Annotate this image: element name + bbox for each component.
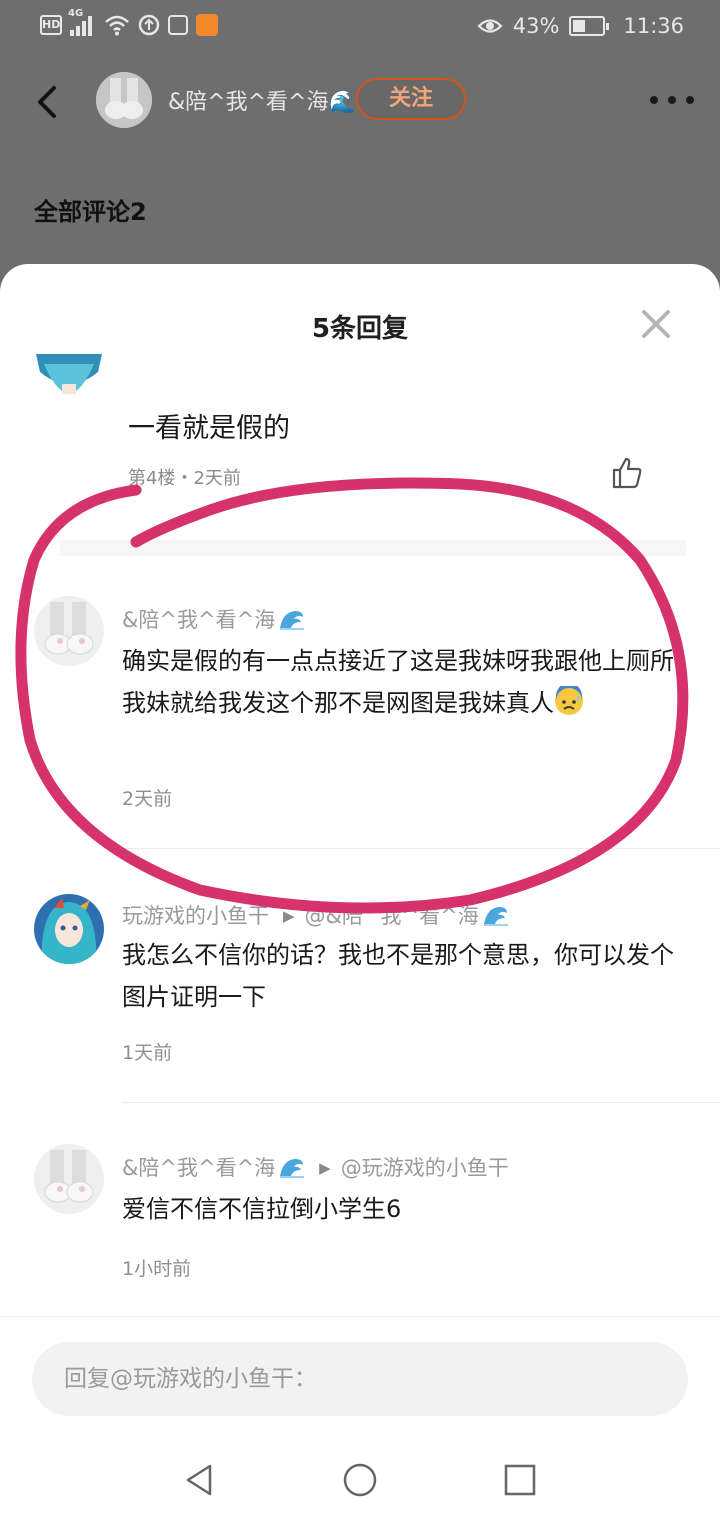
reply-author[interactable]: &陪^我^看^海 bbox=[122, 1156, 275, 1180]
battery-icon bbox=[569, 16, 610, 36]
sheet-title: 5条回复 bbox=[311, 314, 409, 344]
data-saver-icon bbox=[138, 14, 160, 36]
reply-to-user[interactable]: @玩游戏的小鱼干 bbox=[341, 1156, 509, 1180]
reply-text: 确实是假的有一点点接近了这是我妹呀我跟他上厕所我妹就给我发这个那不是网图是我妹真… bbox=[122, 647, 674, 717]
reply-avatar[interactable] bbox=[34, 894, 104, 964]
reply-names: &陪^我^看^海 ▶ @玩游戏的小鱼干 bbox=[122, 1152, 509, 1182]
anxious-face-emoji bbox=[555, 686, 583, 715]
chevron-left-icon[interactable] bbox=[30, 82, 66, 122]
reply-names: 玩游戏的小鱼干 ▶ @&陪^我^看^海 bbox=[122, 900, 509, 930]
reply-text: 爱信不信不信拉倒小学生6 bbox=[122, 1195, 402, 1223]
wave-emoji bbox=[483, 907, 508, 926]
follow-button[interactable]: 关注 bbox=[356, 78, 466, 120]
thumbs-up-icon[interactable] bbox=[610, 456, 644, 490]
header-avatar[interactable] bbox=[96, 72, 152, 128]
reply-arrow-icon: ▶ bbox=[319, 1159, 331, 1177]
first-comment-avatar[interactable] bbox=[36, 354, 102, 406]
all-comments-heading: 全部评论2 bbox=[34, 198, 147, 226]
wave-emoji bbox=[280, 1159, 305, 1178]
signal-icon: 4G bbox=[68, 8, 96, 36]
clock: 11:36 bbox=[623, 14, 684, 38]
nav-recents-icon[interactable] bbox=[500, 1460, 540, 1500]
header-username[interactable]: &陪^我^看^海🌊 bbox=[168, 84, 356, 116]
first-comment-meta: 第4楼・2天前 bbox=[128, 468, 241, 489]
nav-home-icon[interactable] bbox=[340, 1460, 380, 1500]
reply-item: &陪^我^看^海 确实是假的有一点点接近了这是我妹呀我跟他上厕所我妹就给我发这个… bbox=[0, 594, 720, 854]
reply-time: 1天前 bbox=[122, 1042, 173, 1064]
hd-icon: HD bbox=[40, 15, 62, 35]
input-divider bbox=[0, 1316, 720, 1317]
clipboard-icon bbox=[168, 15, 188, 35]
reply-time: 2天前 bbox=[122, 788, 173, 810]
more-dots-icon[interactable] bbox=[650, 88, 694, 112]
reply-arrow-icon: ▶ bbox=[283, 907, 295, 925]
reply-author[interactable]: &陪^我^看^海 bbox=[122, 608, 275, 632]
reply-separator bbox=[122, 1102, 720, 1103]
reply-item: 玩游戏的小鱼干 ▶ @&陪^我^看^海 我怎么不信你的话？我也不是那个意思，你可以发… bbox=[0, 854, 720, 1110]
replies-sheet: 5条回复 一看就是假的 第4楼・2天前 &陪^我^看^海 确实是假的有一点点接近… bbox=[0, 264, 720, 1520]
eye-icon bbox=[477, 19, 503, 33]
nav-back-icon[interactable] bbox=[180, 1460, 220, 1500]
app-notification-icon bbox=[196, 14, 218, 36]
wifi-icon bbox=[105, 15, 129, 36]
status-bar: HD 4G 43% 11:36 bbox=[0, 0, 720, 56]
reply-input-container[interactable] bbox=[32, 1342, 688, 1416]
first-comment-text: 一看就是假的 bbox=[128, 413, 290, 444]
battery-percent: 43% bbox=[512, 14, 560, 38]
reply-avatar[interactable] bbox=[34, 596, 104, 666]
top-header: &陪^我^看^海🌊 关注 bbox=[0, 56, 720, 146]
wave-emoji bbox=[280, 611, 305, 630]
system-nav-bar bbox=[0, 1444, 720, 1520]
reply-separator bbox=[122, 848, 720, 849]
reply-text: 我怎么不信你的话？我也不是那个意思，你可以发个图片证明一下 bbox=[122, 941, 674, 1011]
reply-names: &陪^我^看^海 bbox=[122, 604, 305, 634]
reply-to-user[interactable]: @&陪^我^看^海 bbox=[305, 904, 479, 928]
reply-author[interactable]: 玩游戏的小鱼干 bbox=[122, 904, 269, 928]
reply-avatar[interactable] bbox=[34, 1144, 104, 1214]
close-icon[interactable] bbox=[640, 308, 672, 340]
reply-time: 1小时前 bbox=[122, 1258, 192, 1280]
reply-input[interactable] bbox=[64, 1342, 664, 1416]
reply-item: &陪^我^看^海 ▶ @玩游戏的小鱼干 爱信不信不信拉倒小学生6 1小时前 bbox=[0, 1110, 720, 1318]
section-divider bbox=[60, 540, 686, 556]
network-type-label: 4G bbox=[68, 8, 84, 19]
